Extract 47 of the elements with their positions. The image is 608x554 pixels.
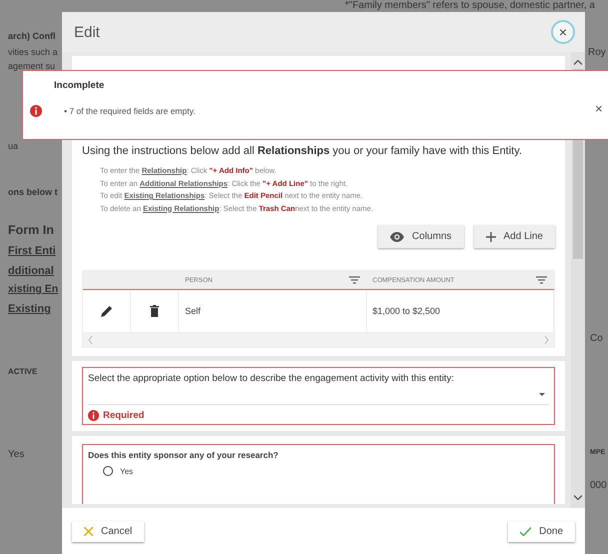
field-label: Does this entity sponsor any of your research?	[88, 450, 280, 460]
radio-button[interactable]	[103, 466, 113, 476]
background-text: Roy	[588, 47, 606, 58]
radio-label: Yes	[120, 466, 134, 476]
cancel-button[interactable]: Cancel	[72, 520, 144, 542]
done-button[interactable]: Done	[508, 520, 575, 542]
background-text: arch) Confl	[8, 32, 56, 42]
close-button[interactable]: ×	[551, 20, 575, 44]
check-icon	[520, 526, 532, 536]
background-text: ons below t	[8, 188, 58, 198]
background-text: ACTIVE	[8, 368, 38, 377]
dropdown-caret-icon	[539, 392, 545, 396]
background-text: *"Family members" refers to spouse, domestic partner, a	[345, 0, 595, 11]
chevron-down-icon[interactable]	[574, 495, 582, 500]
background-text: dditional	[8, 265, 54, 278]
plus-icon	[486, 232, 496, 242]
table-cell: Self	[179, 290, 366, 332]
background-text: 000	[590, 480, 607, 491]
filter-icon[interactable]	[536, 276, 547, 284]
engagement-field[interactable]: Select the appropriate option below to describe the engagement activity with this entity: Required	[82, 367, 555, 425]
filter-icon[interactable]	[348, 276, 360, 284]
eye-icon	[390, 232, 404, 242]
background-text: vities such a	[8, 48, 58, 58]
background-text: Co	[590, 333, 603, 344]
table-cell: $1,000 to $2,500	[366, 290, 554, 332]
dialog-title: Edit	[74, 24, 100, 40]
toast-title: Incomplete	[54, 80, 106, 91]
close-icon	[84, 526, 93, 536]
error-icon	[30, 105, 42, 117]
background-text: xisting En	[8, 284, 58, 296]
background-text: ua	[8, 142, 18, 152]
columns-button[interactable]: Columns	[378, 225, 464, 248]
pencil-icon[interactable]	[100, 305, 112, 317]
background-text: Existing	[8, 303, 51, 316]
error-message: Required	[103, 410, 144, 421]
instructions-heading: Using the instructions below add all Relationships you or your family have with this Entity.	[82, 145, 523, 157]
chevron-up-icon[interactable]	[574, 60, 582, 65]
close-button[interactable]: ×	[595, 101, 608, 116]
error-icon	[88, 410, 99, 421]
toast-message: • 7 of the required fields are empty.	[64, 106, 196, 116]
background-text: First Enti	[8, 245, 56, 258]
field-label: Select the appropriate option below to describe the engagement activity with this entity:	[88, 373, 455, 384]
background-text: Form In	[8, 224, 54, 238]
trash-icon[interactable]	[150, 305, 159, 317]
background-text: agement su	[8, 62, 56, 72]
background-text: Yes	[8, 449, 24, 460]
add-line-button[interactable]: Add Line	[474, 225, 555, 248]
